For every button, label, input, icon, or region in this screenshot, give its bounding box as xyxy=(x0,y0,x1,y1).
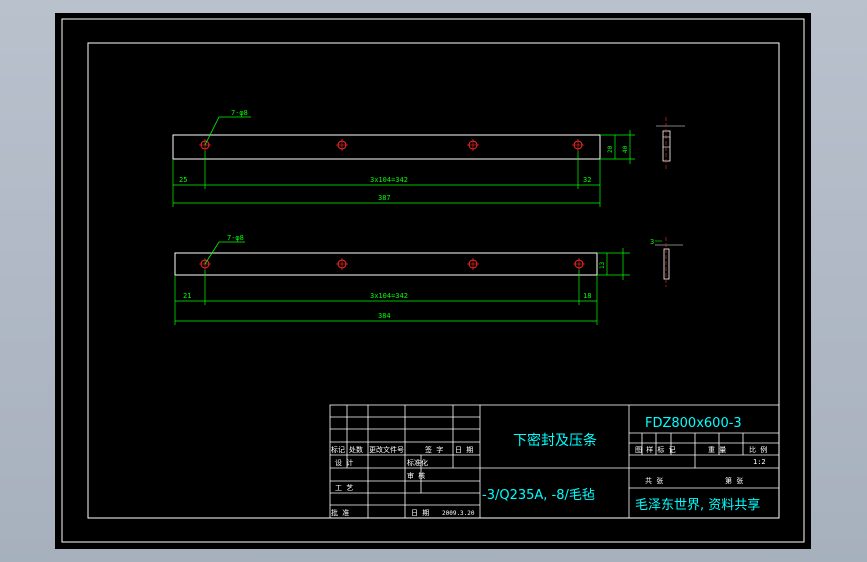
hdr-weight: 重 量 xyxy=(708,446,726,454)
part2-dim-left: 21 xyxy=(183,292,191,300)
part2-dim-middle: 3x104=342 xyxy=(370,292,408,300)
part1-dim-left: 25 xyxy=(179,176,187,184)
part1-dim-total: 387 xyxy=(378,194,391,202)
rev-col-mark: 标记 xyxy=(331,445,345,454)
part1-hole-callout: 7-φ8 xyxy=(231,109,248,117)
sheet-outer-border xyxy=(61,18,805,543)
rev-col-count: 处数 xyxy=(349,445,363,454)
material-spec: -3/Q235A, -8/毛毡 xyxy=(482,488,595,503)
hdr-stage: 图 样 标 记 xyxy=(635,445,676,454)
drawing-number: FDZ800x600-3 xyxy=(645,416,742,431)
part-name: 下密封及压条 xyxy=(513,432,597,449)
sheet-number: 第 张 xyxy=(725,476,743,485)
part1-dim-right: 32 xyxy=(583,176,591,184)
part1-dim-width: 40 xyxy=(622,145,629,153)
part2-hole xyxy=(467,258,479,270)
hdr-scale: 比 例 xyxy=(749,445,767,454)
part1-outline xyxy=(172,134,601,160)
part1-hole xyxy=(336,139,348,151)
part2-hole-callout: 7-φ8 xyxy=(227,234,244,242)
scale-value: 1:2 xyxy=(753,458,766,466)
part2-hole xyxy=(336,258,348,270)
slogan: 毛泽东世界, 资料共享 xyxy=(635,497,760,513)
date-label: 日 期 xyxy=(411,509,429,517)
approve-label: 批 准 xyxy=(331,508,349,517)
part2-hole xyxy=(573,258,585,270)
part2-outline xyxy=(174,252,598,276)
craft-label: 工 艺 xyxy=(335,484,353,492)
part1-dim-height: 20 xyxy=(607,145,614,153)
total-sheets: 共 张 xyxy=(645,476,663,485)
std-label: 标准化 xyxy=(407,458,428,467)
rev-col-docno: 更改文件号 xyxy=(369,445,404,454)
part2-dim-side: 3 xyxy=(650,238,654,246)
part1-hole xyxy=(467,139,479,151)
part1-leader xyxy=(204,116,251,146)
part2-dim-right: 18 xyxy=(583,292,591,300)
part1-hole xyxy=(572,139,584,151)
title-block-text: 标记 处数 更改文件号 签 字 日 期 设 计 标准化 审 核 工 艺 批 准 … xyxy=(331,416,767,517)
part2-view: 7-φ8 21 3x104=342 18 384 13 3 xyxy=(174,234,683,325)
drawing-canvas: 7-φ8 25 3x104=342 32 387 20 40 7-φ8 21 3… xyxy=(61,18,805,543)
rev-col-sign: 签 字 xyxy=(425,445,443,454)
part2-side-section xyxy=(655,237,683,287)
part1-view: 7-φ8 25 3x104=342 32 387 20 40 xyxy=(172,109,685,207)
part1-side-section xyxy=(656,117,685,169)
check-label: 审 核 xyxy=(407,471,425,480)
design-label: 设 计 xyxy=(335,458,353,467)
rev-col-date: 日 期 xyxy=(455,446,473,454)
cad-drawing-viewport[interactable]: 7-φ8 25 3x104=342 32 387 20 40 7-φ8 21 3… xyxy=(55,13,811,549)
date-value: 2009.3.20 xyxy=(442,510,475,517)
part1-dim-middle: 3x104=342 xyxy=(370,176,408,184)
part2-dim-total: 384 xyxy=(378,312,391,320)
part2-dim-height: 13 xyxy=(599,261,606,269)
